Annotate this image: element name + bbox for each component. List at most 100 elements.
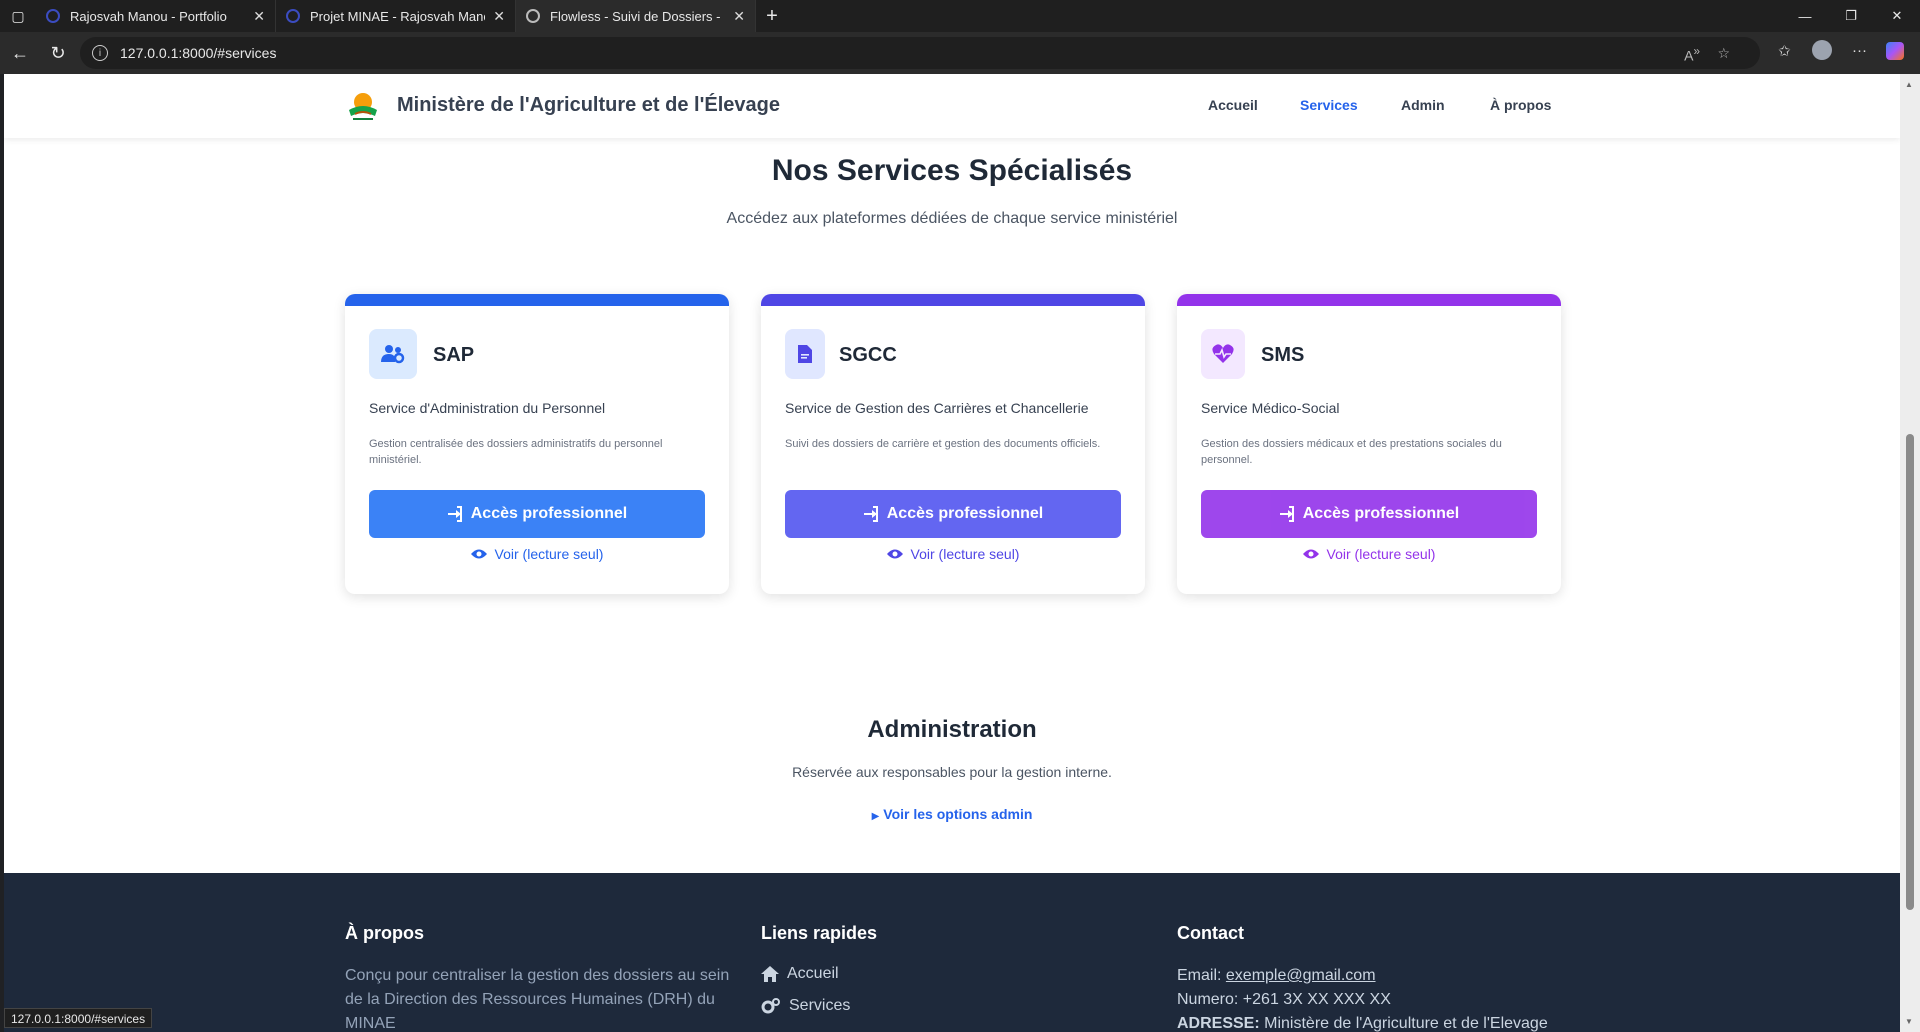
- back-icon[interactable]: ←: [2, 35, 38, 71]
- browser-tab[interactable]: Rajosvah Manou - Portfolio ✕: [36, 0, 276, 32]
- card-subtitle: Service de Gestion des Carrières et Chan…: [785, 400, 1089, 416]
- browser-tab-active[interactable]: Flowless - Suivi de Dossiers - MIN ✕: [516, 0, 756, 32]
- card-title: SGCC: [839, 344, 897, 366]
- link-label: Voir (lecture seul): [910, 546, 1020, 562]
- triangle-right-icon: ▶: [871, 811, 880, 822]
- footer-link-services[interactable]: Services: [761, 990, 877, 1022]
- tab-close-icon[interactable]: ✕: [253, 8, 265, 25]
- minimize-icon[interactable]: —: [1782, 0, 1828, 32]
- window-controls: — ❐ ✕: [1782, 0, 1920, 32]
- link-label: Voir (lecture seul): [494, 546, 604, 562]
- browser-toolbar: ← ↻ i 127.0.0.1:8000/#services A» ☆: [0, 32, 1920, 74]
- scroll-down-icon[interactable]: ▼: [1905, 1017, 1913, 1026]
- toggle-label: Voir les options admin: [883, 806, 1033, 822]
- site-favicon-icon: [286, 9, 300, 23]
- service-card-sms: SMS Service Médico-Social Gestion des do…: [1177, 294, 1561, 594]
- footer-about-title: À propos: [345, 923, 424, 943]
- services-title: Nos Services Spécialisés: [771, 154, 1133, 187]
- button-label: Accès professionnel: [886, 505, 1044, 522]
- nav-accueil[interactable]: Accueil: [1208, 97, 1258, 113]
- sign-in-icon: [1279, 506, 1294, 522]
- footer-contact-title: Contact: [1177, 923, 1244, 943]
- new-tab-button[interactable]: +: [756, 0, 788, 32]
- sgcc-pro-access-button[interactable]: Accès professionnel: [785, 490, 1121, 538]
- address-bar[interactable]: i 127.0.0.1:8000/#services A» ☆: [80, 37, 1760, 69]
- service-card-sgcc: SGCC Service de Gestion des Carrières et…: [761, 294, 1145, 594]
- copilot-icon[interactable]: [1886, 42, 1904, 60]
- card-accent-bar: [1177, 294, 1561, 306]
- sgcc-readonly-link[interactable]: Voir (lecture seul): [761, 542, 1145, 566]
- heart-pulse-icon: [1201, 329, 1245, 379]
- services-subtitle: Accédez aux plateformes dédiées de chaqu…: [726, 210, 1178, 227]
- footer-email-line: Email: exemple@gmail.com: [1177, 964, 1548, 988]
- footer-about: À propos Conçu pour centraliser la gesti…: [345, 923, 735, 1032]
- sign-in-icon: [863, 506, 878, 522]
- favorites-icon[interactable]: ✩: [1778, 42, 1791, 60]
- file-icon: [785, 329, 825, 379]
- footer-address-line: ADRESSE: Ministère de l'Agriculture et d…: [1177, 1012, 1548, 1032]
- scrollbar-thumb[interactable]: [1906, 434, 1914, 910]
- eye-icon: [1302, 549, 1319, 559]
- card-accent-bar: [761, 294, 1145, 306]
- footer-phone: Numero: +261 3X XX XXX XX: [1177, 991, 1391, 1008]
- ministry-logo-icon: [349, 93, 377, 120]
- sms-pro-access-button[interactable]: Accès professionnel: [1201, 490, 1537, 538]
- footer-contact: Contact Email: exemple@gmail.com Numero:…: [1177, 923, 1548, 1032]
- nav-admin[interactable]: Admin: [1401, 97, 1445, 113]
- restore-icon[interactable]: ❐: [1828, 0, 1874, 32]
- globe-icon: [526, 9, 540, 23]
- card-subtitle: Service Médico-Social: [1201, 400, 1340, 416]
- tab-title: Projet MINAE - Rajosvah Manou: [310, 8, 486, 24]
- service-card-sap: SAP Service d'Administration du Personne…: [345, 294, 729, 594]
- admin-title: Administration: [867, 716, 1037, 743]
- page-viewport: Ministère de l'Agriculture et de l'Éleva…: [4, 74, 1900, 1032]
- tab-title: Rajosvah Manou - Portfolio: [70, 8, 227, 24]
- address-label: ADRESSE:: [1177, 1015, 1260, 1032]
- scroll-up-icon[interactable]: ▲: [1905, 80, 1913, 89]
- card-description: Gestion centralisée des dossiers adminis…: [369, 438, 663, 466]
- card-description: Gestion des dossiers médicaux et des pre…: [1201, 438, 1502, 466]
- nav-services[interactable]: Services: [1300, 97, 1358, 113]
- sap-readonly-link[interactable]: Voir (lecture seul): [345, 542, 729, 566]
- card-description: Suivi des dossiers de carrière et gestio…: [785, 438, 1101, 450]
- close-window-icon[interactable]: ✕: [1874, 0, 1920, 32]
- card-title: SMS: [1261, 344, 1305, 366]
- tab-close-icon[interactable]: ✕: [493, 8, 505, 25]
- read-aloud-icon[interactable]: A»: [1684, 45, 1700, 64]
- site-brand[interactable]: Ministère de l'Agriculture et de l'Éleva…: [397, 94, 780, 117]
- eye-icon: [886, 549, 903, 559]
- page-scrollbar[interactable]: ▲ ▼: [1900, 74, 1920, 1032]
- reload-icon[interactable]: ↻: [40, 35, 76, 71]
- card-title: SAP: [433, 344, 475, 366]
- site-info-icon[interactable]: i: [92, 45, 108, 61]
- sms-readonly-link[interactable]: Voir (lecture seul): [1177, 542, 1561, 566]
- site-header: Ministère de l'Agriculture et de l'Éleva…: [4, 74, 1900, 138]
- nav-a-propos[interactable]: À propos: [1490, 97, 1551, 113]
- more-menu-icon[interactable]: ···: [1852, 42, 1867, 59]
- footer-link-label: Services: [789, 997, 851, 1014]
- address-text: Ministère de l'Agriculture et de l'Eleva…: [1264, 1015, 1548, 1032]
- profile-avatar[interactable]: [1812, 40, 1832, 60]
- tab-title: Flowless - Suivi de Dossiers - MIN: [550, 8, 725, 24]
- footer-link-accueil[interactable]: Accueil: [761, 958, 877, 990]
- tab-actions-icon[interactable]: ▢: [0, 0, 36, 32]
- sign-in-icon: [447, 506, 462, 522]
- footer-links-title: Liens rapides: [761, 923, 878, 943]
- status-bar-url: 127.0.0.1:8000/#services: [4, 1008, 153, 1028]
- site-favicon-icon: [46, 9, 60, 23]
- email-label: Email:: [1177, 967, 1222, 984]
- admin-subtitle: Réservée aux responsables pour la gestio…: [792, 764, 1112, 780]
- footer-links: Liens rapides Accueil Services: [761, 923, 877, 1022]
- button-label: Accès professionnel: [470, 505, 628, 522]
- admin-options-toggle[interactable]: ▶ Voir les options admin: [4, 806, 1900, 822]
- footer-about-text: Conçu pour centraliser la gestion des do…: [345, 967, 730, 1032]
- tab-close-icon[interactable]: ✕: [733, 8, 745, 25]
- card-subtitle: Service d'Administration du Personnel: [369, 400, 606, 416]
- favorite-star-icon[interactable]: ☆: [1717, 45, 1730, 62]
- email-link[interactable]: exemple@gmail.com: [1226, 967, 1376, 984]
- browser-tab[interactable]: Projet MINAE - Rajosvah Manou ✕: [276, 0, 516, 32]
- url-text[interactable]: 127.0.0.1:8000/#services: [120, 45, 276, 61]
- users-cog-icon: [369, 329, 417, 379]
- sap-pro-access-button[interactable]: Accès professionnel: [369, 490, 705, 538]
- footer-link-label: Accueil: [787, 965, 839, 982]
